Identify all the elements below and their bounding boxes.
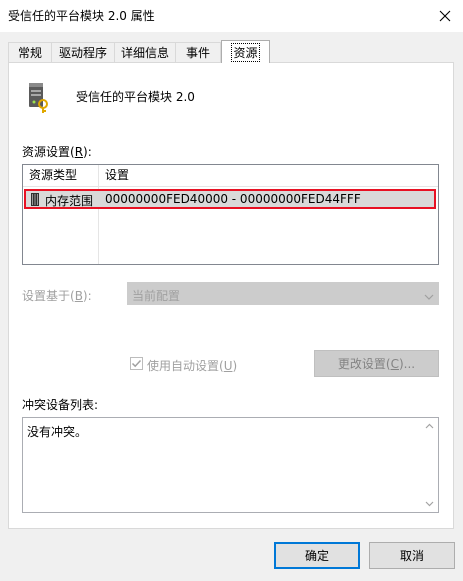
- conflict-list-textbox[interactable]: 没有冲突。: [22, 417, 439, 513]
- column-divider: [98, 165, 99, 264]
- close-button[interactable]: [426, 0, 463, 32]
- tpm-chip-icon: [24, 82, 54, 114]
- label-text: 设置基于(: [22, 289, 75, 303]
- label-text: 使用自动设置(: [147, 359, 224, 373]
- based-on-label: 设置基于(B):: [22, 287, 92, 304]
- conflict-list-label: 冲突设备列表:: [22, 398, 99, 412]
- tab-events[interactable]: 事件: [175, 42, 221, 62]
- tab-label: 事件: [185, 46, 210, 60]
- auto-settings-checkbox[interactable]: [130, 357, 143, 370]
- window-title: 受信任的平台模块 2.0 属性: [8, 9, 155, 23]
- dropdown-value: 当前配置: [132, 289, 181, 303]
- label-end: )...: [398, 356, 416, 371]
- label-text: 资源设置(: [22, 145, 75, 159]
- cancel-button[interactable]: 取消: [369, 542, 455, 569]
- table-row[interactable]: 内存范围 00000000FED40000 - 00000000FED44FFF: [24, 189, 436, 209]
- tab-resources[interactable]: 资源: [221, 40, 270, 63]
- resource-settings-label: 资源设置(R):: [22, 143, 92, 160]
- column-header-setting[interactable]: 设置: [99, 165, 399, 186]
- tab-details[interactable]: 详细信息: [114, 42, 176, 62]
- close-icon: [439, 10, 450, 22]
- scroll-up-icon[interactable]: [421, 418, 438, 435]
- label-end: ): [232, 359, 238, 373]
- chevron-down-icon: [424, 290, 434, 300]
- auto-settings-label: 使用自动设置(U): [147, 357, 237, 374]
- cell-setting: 00000000FED40000 - 00000000FED44FFF: [105, 192, 361, 206]
- tab-label: 驱动程序: [58, 46, 107, 60]
- resource-list[interactable]: 资源类型 设置 内存范围 00000000FED40000 - 00000000…: [22, 164, 439, 265]
- hotkey: R: [74, 145, 84, 159]
- list-header: 资源类型 设置: [23, 165, 438, 187]
- hotkey: C: [390, 356, 399, 371]
- cell-resource-type: 内存范围: [45, 194, 94, 208]
- change-settings-button[interactable]: 更改设置(C)...: [314, 350, 439, 377]
- label-text: 更改设置(: [337, 357, 391, 371]
- tab-driver[interactable]: 驱动程序: [51, 42, 115, 62]
- tab-label: 常规: [17, 46, 42, 60]
- device-name: 受信任的平台模块 2.0: [76, 90, 195, 104]
- tab-label: 详细信息: [120, 46, 169, 60]
- ok-button[interactable]: 确定: [274, 542, 360, 569]
- memory-icon: [30, 193, 40, 206]
- conflict-text: 没有冲突。: [27, 425, 88, 439]
- based-on-dropdown[interactable]: 当前配置: [127, 282, 439, 305]
- label-end: ):: [82, 289, 92, 303]
- hotkey: B: [74, 289, 83, 303]
- tab-general[interactable]: 常规: [8, 42, 52, 62]
- vertical-scrollbar[interactable]: [421, 418, 438, 512]
- checkmark-icon: [131, 359, 142, 368]
- column-header-type[interactable]: 资源类型: [23, 165, 98, 186]
- label-end: ):: [83, 145, 92, 159]
- tab-label: 资源: [231, 42, 260, 62]
- scroll-down-icon[interactable]: [421, 495, 438, 512]
